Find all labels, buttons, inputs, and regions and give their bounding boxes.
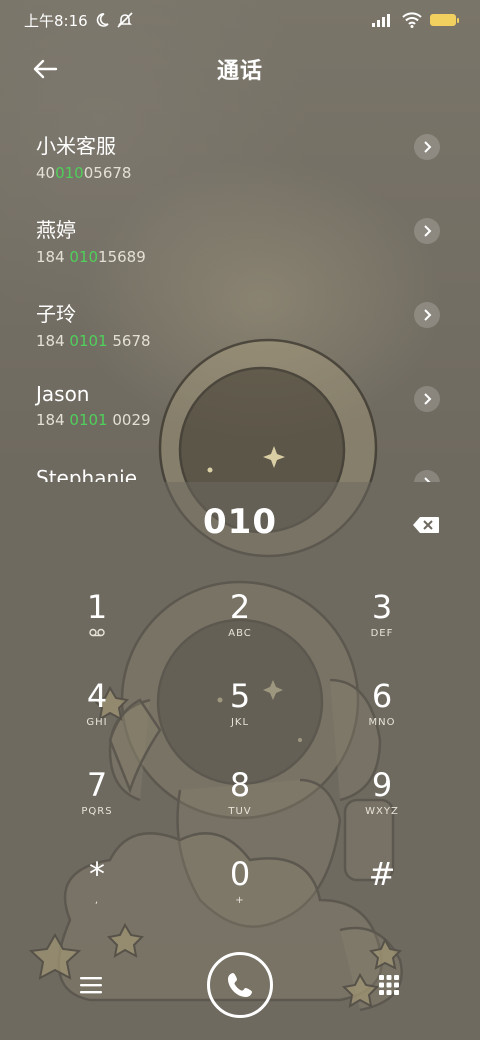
status-bar: 上午8:16 — [0, 0, 480, 40]
chevron-right-icon — [424, 225, 432, 237]
key-2[interactable]: 2 ABC — [180, 590, 300, 670]
keypad-icon[interactable] — [378, 974, 400, 996]
contact-number: 184 0101 5678 — [36, 332, 151, 350]
key-6[interactable]: 6 MNO — [322, 679, 442, 759]
key-3[interactable]: 3 DEF — [322, 590, 442, 670]
contact-number: 184 0101 0029 — [36, 411, 151, 429]
key-8[interactable]: 8 TUV — [180, 768, 300, 848]
detail-button[interactable] — [414, 218, 440, 244]
page-title: 通话 — [216, 59, 263, 84]
contact-number: 4001005678 — [36, 164, 132, 182]
top-bar: 通话 — [0, 44, 480, 94]
match-highlight: 010 — [69, 248, 99, 266]
key-4[interactable]: 4 GHI — [37, 679, 157, 759]
backspace-icon[interactable] — [412, 516, 440, 534]
key-0[interactable]: 0 + — [180, 857, 300, 937]
voicemail-icon — [89, 628, 105, 637]
moon-icon — [96, 13, 109, 27]
contact-name: 子玲 — [36, 302, 76, 326]
status-time: 上午8:16 — [24, 11, 88, 30]
match-highlight: 0101 — [69, 332, 108, 350]
chevron-right-icon — [424, 309, 432, 321]
battery-icon — [430, 14, 459, 26]
wifi-icon — [402, 12, 422, 28]
key-7[interactable]: 7 PQRS — [37, 768, 157, 848]
signal-icon — [372, 14, 390, 27]
detail-button[interactable] — [414, 302, 440, 328]
list-item[interactable]: 燕婷 184 01015689 — [0, 204, 480, 288]
list-item[interactable]: 子玲 184 0101 5678 — [0, 288, 480, 372]
list-item[interactable]: Jason 184 0101 0029 — [0, 372, 480, 456]
menu-icon[interactable] — [80, 976, 102, 994]
detail-button[interactable] — [414, 386, 440, 412]
dialpad-panel: 010 1 2 ABC 3 DEF 4 GHI 5 JKL 6 MNO 7 PQRS 8 TU… — [0, 482, 480, 1040]
bell-off-icon — [117, 12, 133, 28]
contact-name: Stephanie — [36, 466, 138, 482]
contact-name: 小米客服 — [36, 134, 116, 158]
list-item[interactable]: Stephanie — [0, 456, 480, 482]
call-button[interactable] — [207, 952, 273, 1018]
contact-results-list[interactable]: 小米客服 4001005678 燕婷 184 01015689 子玲 184 0… — [0, 120, 480, 482]
key-1[interactable]: 1 — [37, 590, 157, 670]
key-star[interactable]: *, — [37, 857, 157, 937]
key-9[interactable]: 9 WXYZ — [322, 768, 442, 848]
key-5[interactable]: 5 JKL — [180, 679, 300, 759]
detail-button[interactable] — [414, 134, 440, 160]
dialed-number[interactable]: 010 — [0, 502, 480, 542]
dialer-actions — [0, 952, 480, 1032]
contact-name: 燕婷 — [36, 218, 76, 242]
chevron-right-icon — [424, 141, 432, 153]
match-highlight: 0101 — [69, 411, 108, 429]
contact-number: 184 01015689 — [36, 248, 146, 266]
phone-icon — [228, 973, 252, 997]
back-arrow-icon[interactable] — [30, 54, 60, 84]
chevron-right-icon — [424, 393, 432, 405]
key-hash[interactable]: # — [322, 857, 442, 937]
list-item[interactable]: 小米客服 4001005678 — [0, 120, 480, 204]
match-highlight: 010 — [55, 164, 84, 182]
